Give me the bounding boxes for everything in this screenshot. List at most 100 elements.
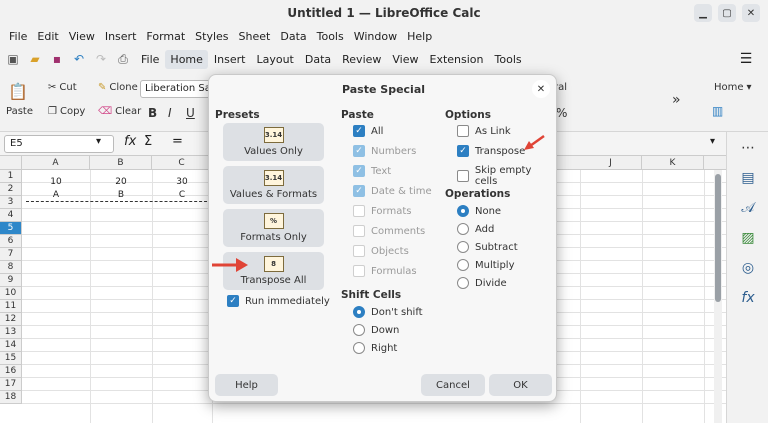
- functions-icon[interactable]: fx: [737, 288, 759, 308]
- row-header-3[interactable]: 3: [0, 196, 22, 209]
- row-header-8[interactable]: 8: [0, 261, 22, 274]
- undo-icon[interactable]: ↶: [70, 50, 88, 68]
- menu-styles[interactable]: Styles: [190, 30, 233, 43]
- column-header-j[interactable]: J: [580, 156, 642, 170]
- row-header-7[interactable]: 7: [0, 248, 22, 261]
- row-header-4[interactable]: 4: [0, 209, 22, 222]
- italic-button[interactable]: I: [168, 106, 172, 120]
- as-link-checkbox[interactable]: As Link: [457, 125, 511, 137]
- row-header-15[interactable]: 15: [0, 352, 22, 365]
- redo-icon[interactable]: ↷: [92, 50, 110, 68]
- tab-insert[interactable]: Insert: [209, 50, 251, 69]
- tab-view[interactable]: View: [387, 50, 423, 69]
- operation-add-radio[interactable]: Add: [457, 223, 494, 235]
- tab-review[interactable]: Review: [337, 50, 386, 69]
- equals-icon[interactable]: =: [172, 134, 183, 149]
- chevron-more-icon[interactable]: »: [672, 92, 681, 108]
- print-icon[interactable]: ⎙: [114, 50, 132, 68]
- vertical-scrollbar[interactable]: [714, 170, 722, 423]
- row-header-17[interactable]: 17: [0, 378, 22, 391]
- maximize-icon[interactable]: ▢: [718, 4, 736, 22]
- corner-cell[interactable]: [0, 156, 22, 170]
- clear-button[interactable]: ⌫ Clear: [98, 106, 141, 117]
- sidebar-toggle-icon[interactable]: ▣: [4, 50, 22, 68]
- column-header-b[interactable]: B: [90, 156, 152, 170]
- row-header-14[interactable]: 14: [0, 339, 22, 352]
- menu-edit[interactable]: Edit: [32, 30, 63, 43]
- paste-icon[interactable]: 📋: [8, 82, 28, 101]
- tab-layout[interactable]: Layout: [251, 50, 298, 69]
- operation-multiply-radio[interactable]: Multiply: [457, 259, 515, 271]
- function-wizard-icon[interactable]: fx: [124, 134, 136, 149]
- formula-expand-icon[interactable]: ▾: [710, 136, 715, 147]
- shift-down-radio[interactable]: Down: [353, 324, 399, 336]
- column-header-c[interactable]: C: [152, 156, 212, 170]
- menu-window[interactable]: Window: [349, 30, 402, 43]
- more-options-icon[interactable]: ⋯: [737, 138, 759, 158]
- cell-b1[interactable]: 20: [90, 176, 152, 189]
- run-immediately-checkbox[interactable]: ✓ Run immediately: [227, 295, 330, 307]
- formats-only-button[interactable]: % Formats Only: [223, 209, 324, 247]
- ok-button[interactable]: OK: [489, 374, 552, 396]
- row-header-10[interactable]: 10: [0, 287, 22, 300]
- menu-tools[interactable]: Tools: [312, 30, 349, 43]
- row-header-11[interactable]: 11: [0, 300, 22, 313]
- row-header-9[interactable]: 9: [0, 274, 22, 287]
- operation-none-radio[interactable]: None: [457, 205, 501, 217]
- row-header-13[interactable]: 13: [0, 326, 22, 339]
- shift-dont-radio[interactable]: Don't shift: [353, 306, 423, 318]
- tab-file[interactable]: File: [136, 50, 164, 69]
- tab-data[interactable]: Data: [300, 50, 336, 69]
- tab-home[interactable]: Home: [165, 49, 208, 69]
- tab-extension[interactable]: Extension: [425, 50, 489, 69]
- menu-insert[interactable]: Insert: [100, 30, 142, 43]
- clone-button[interactable]: ✎ Clone: [98, 82, 138, 93]
- row-header-5[interactable]: 5: [0, 222, 22, 235]
- row-header-12[interactable]: 12: [0, 313, 22, 326]
- save-icon[interactable]: ▪: [48, 50, 66, 68]
- transpose-checkbox[interactable]: ✓ Transpose: [457, 145, 525, 157]
- bold-button[interactable]: B: [148, 106, 157, 120]
- row-header-6[interactable]: 6: [0, 235, 22, 248]
- column-header-k[interactable]: K: [642, 156, 704, 170]
- values-only-button[interactable]: 3.14 Values Only: [223, 123, 324, 161]
- sum-icon[interactable]: Σ: [144, 134, 152, 149]
- paste-all-checkbox[interactable]: ✓ All: [353, 125, 383, 137]
- operation-subtract-radio[interactable]: Subtract: [457, 241, 518, 253]
- vertical-scrollbar-thumb[interactable]: [715, 174, 721, 302]
- properties-icon[interactable]: ▤: [737, 168, 759, 188]
- menu-sheet[interactable]: Sheet: [234, 30, 276, 43]
- help-button[interactable]: Help: [215, 374, 278, 396]
- cell-c1[interactable]: 30: [152, 176, 212, 189]
- skip-empty-checkbox[interactable]: Skip empty cells: [457, 165, 556, 187]
- close-icon[interactable]: ✕: [532, 80, 550, 98]
- cell-a1[interactable]: 10: [22, 176, 90, 189]
- menu-view[interactable]: View: [64, 30, 100, 43]
- hamburger-menu-icon[interactable]: ☰: [732, 50, 760, 68]
- operation-divide-radio[interactable]: Divide: [457, 277, 507, 289]
- values-formats-button[interactable]: 3.14 Values & Formats: [223, 166, 324, 204]
- cut-button[interactable]: ✂ Cut: [48, 82, 77, 93]
- paste-button[interactable]: Paste: [6, 106, 33, 117]
- menu-format[interactable]: Format: [141, 30, 190, 43]
- minimize-icon[interactable]: ▁: [694, 4, 712, 22]
- column-header-a[interactable]: A: [22, 156, 90, 170]
- row-header-1[interactable]: 1: [0, 170, 22, 183]
- tab-tools[interactable]: Tools: [490, 50, 527, 69]
- percent-icon[interactable]: %: [556, 106, 567, 120]
- shift-right-radio[interactable]: Right: [353, 342, 397, 354]
- row-header-2[interactable]: 2: [0, 183, 22, 196]
- navigator-icon[interactable]: ◎: [737, 258, 759, 278]
- gallery-icon[interactable]: ▨: [737, 228, 759, 248]
- close-window-icon[interactable]: ✕: [742, 4, 760, 22]
- format-icon[interactable]: ▥: [712, 104, 723, 118]
- name-box-dropdown-icon[interactable]: ▾: [96, 136, 101, 147]
- menu-file[interactable]: File: [4, 30, 32, 43]
- row-header-16[interactable]: 16: [0, 365, 22, 378]
- cancel-button[interactable]: Cancel: [421, 374, 485, 396]
- row-header-18[interactable]: 18: [0, 391, 22, 404]
- open-folder-icon[interactable]: ▰: [26, 50, 44, 68]
- underline-button[interactable]: U: [186, 106, 195, 120]
- menu-data[interactable]: Data: [275, 30, 311, 43]
- styles-icon[interactable]: 𝒜: [737, 198, 759, 218]
